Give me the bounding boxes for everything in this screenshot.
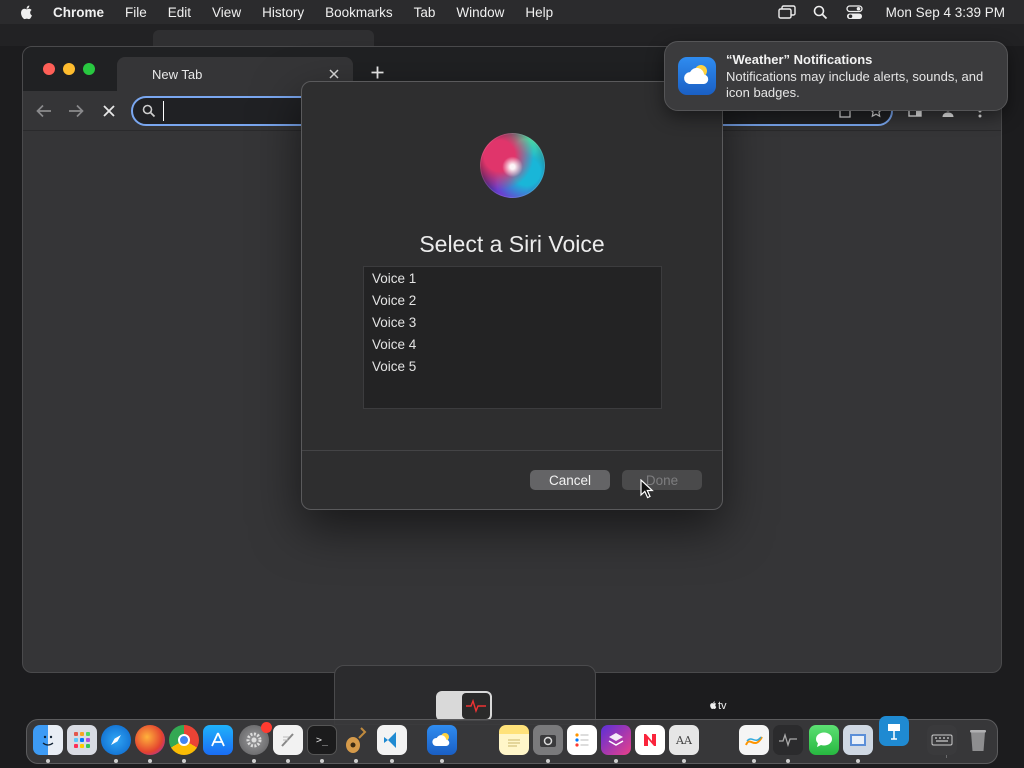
instruments-icon[interactable] (341, 725, 371, 755)
dock-running-dot (286, 759, 290, 763)
screenshot-icon[interactable] (533, 725, 563, 755)
menu-history[interactable]: History (262, 5, 304, 20)
spotlight-search-icon[interactable] (812, 4, 830, 20)
dock-running-dot (682, 759, 686, 763)
notification-title: “Weather” Notifications (726, 52, 873, 67)
menu-bar: Chrome File Edit View History Bookmarks … (0, 0, 1024, 24)
finder-icon[interactable] (33, 725, 63, 755)
trash-icon[interactable] (963, 725, 993, 755)
dock-running-dot (252, 759, 256, 763)
cancel-button[interactable]: Cancel (530, 470, 610, 490)
forward-arrow-icon[interactable] (67, 102, 85, 120)
back-arrow-icon[interactable] (35, 102, 53, 120)
apple-tv-label: tv (709, 700, 727, 712)
messages-icon[interactable] (809, 725, 839, 755)
dock-running-dot (546, 759, 550, 763)
app-store-icon[interactable] (203, 725, 233, 755)
voice-list[interactable]: Voice 1 Voice 2 Voice 3 Voice 4 Voice 5 (363, 266, 662, 409)
firefox-icon[interactable] (135, 725, 165, 755)
apple-menu-icon[interactable] (19, 4, 35, 20)
tv-label-text: tv (718, 700, 727, 712)
activity-monitor-icon[interactable] (773, 725, 803, 755)
menu-help[interactable]: Help (525, 5, 553, 20)
tab-title: New Tab (152, 66, 203, 82)
menu-app-name[interactable]: Chrome (53, 5, 104, 20)
voice-item-3[interactable]: Voice 3 (364, 313, 661, 335)
search-icon (142, 104, 156, 118)
terminal-icon[interactable]: >_ (307, 725, 337, 755)
close-window-button[interactable] (43, 63, 55, 75)
mouse-pointer-icon (640, 479, 654, 499)
window-thumbnail (436, 691, 492, 721)
minimize-window-button[interactable] (63, 63, 75, 75)
dialog-divider (302, 450, 722, 451)
zoom-window-button[interactable] (83, 63, 95, 75)
dock-running-dot (354, 759, 358, 763)
menu-window[interactable]: Window (456, 5, 504, 20)
weather-app-icon (678, 57, 716, 95)
siri-orb-icon (480, 133, 545, 198)
control-center-icon[interactable] (846, 4, 864, 20)
menu-tab[interactable]: Tab (414, 5, 436, 20)
menu-file[interactable]: File (125, 5, 147, 20)
dock-running-dot (440, 759, 444, 763)
safari-icon[interactable] (101, 725, 131, 755)
voice-item-5[interactable]: Voice 5 (364, 357, 661, 379)
reminders-icon[interactable] (567, 725, 597, 755)
news-icon[interactable] (635, 725, 665, 755)
siri-voice-dialog: Select a Siri Voice Voice 1 Voice 2 Voic… (301, 81, 723, 510)
keyboard-viewer-icon[interactable] (927, 725, 957, 755)
notes-icon[interactable] (499, 725, 529, 755)
voice-item-1[interactable]: Voice 1 (364, 269, 661, 291)
vscode-icon[interactable] (377, 725, 407, 755)
voice-item-2[interactable]: Voice 2 (364, 291, 661, 313)
screen-mirroring-icon[interactable] (777, 4, 796, 20)
script-editor-icon[interactable] (273, 725, 303, 755)
dock-running-dot (114, 759, 118, 763)
dock-running-dot (320, 759, 324, 763)
freeform-icon[interactable] (739, 725, 769, 755)
menu-view[interactable]: View (212, 5, 241, 20)
dock-running-dot (786, 759, 790, 763)
keynote-icon[interactable] (879, 716, 909, 746)
dock-running-dot (856, 759, 860, 763)
dock-running-dot (752, 759, 756, 763)
weather-icon[interactable] (427, 725, 457, 755)
menubar-clock[interactable]: Mon Sep 4 3:39 PM (886, 5, 1005, 20)
dock: >_ AA (26, 716, 998, 764)
dialog-title: Select a Siri Voice (419, 231, 605, 257)
font-book-icon[interactable]: AA (669, 725, 699, 755)
dock-running-dot (148, 759, 152, 763)
dock-running-dot (390, 759, 394, 763)
dock-running-dot (614, 759, 618, 763)
tab-close-icon[interactable] (327, 67, 341, 81)
notification-badge (261, 722, 272, 733)
weather-notification[interactable]: “Weather” Notifications Notifications ma… (664, 41, 1008, 111)
voice-item-4[interactable]: Voice 4 (364, 335, 661, 357)
launchpad-icon[interactable] (67, 725, 97, 755)
minimized-window-preview[interactable] (334, 665, 596, 725)
menu-edit[interactable]: Edit (168, 5, 191, 20)
new-tab-plus-icon[interactable] (369, 64, 385, 80)
shortcuts-icon[interactable] (601, 725, 631, 755)
dock-running-dot (182, 759, 186, 763)
preview-icon[interactable] (843, 725, 873, 755)
system-settings-icon[interactable] (239, 722, 272, 755)
chrome-icon[interactable] (169, 725, 199, 755)
menu-bookmarks[interactable]: Bookmarks (325, 5, 393, 20)
stop-loading-icon[interactable] (100, 102, 118, 120)
notification-body: Notifications may include alerts, sounds… (726, 69, 984, 100)
dock-running-dot (46, 759, 50, 763)
done-button[interactable]: Done (622, 470, 702, 490)
